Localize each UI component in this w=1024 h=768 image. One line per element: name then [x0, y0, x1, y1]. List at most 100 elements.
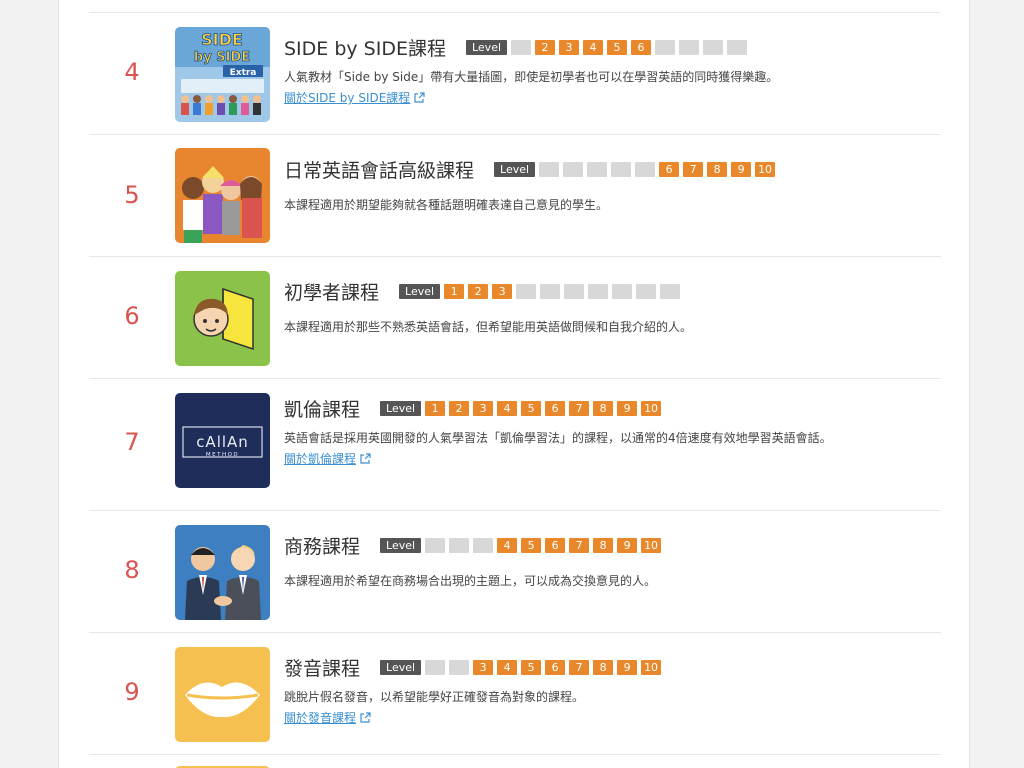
level-box [660, 283, 681, 299]
course-link-label[interactable]: 關於發音課程 [284, 708, 356, 728]
course-list: 4 SIDE by SIDE Extra SIDE by SIDE課程 Leve… [89, 0, 941, 755]
course-header: SIDE by SIDE課程 Level 2 3 4 5 6 [284, 33, 921, 61]
course-number: 9 [124, 678, 140, 706]
course-header: 凱倫課程 Level 1 2 3 4 5 6 7 8 9 10 [284, 394, 921, 422]
course-description: 跳脫片假名發音，以希望能學好正確發音為對象的課程。 [284, 690, 585, 704]
level-box [449, 659, 470, 675]
level-box: 3 [473, 659, 494, 675]
level-box: 1 [444, 283, 465, 299]
course-title[interactable]: 凱倫課程 [284, 395, 360, 422]
external-link-icon [359, 453, 371, 465]
course-row: 8 商務課程 Level 4 5 6 7 8 9 10 本課程適用於希望在商務場… [89, 511, 941, 633]
external-link-icon [413, 92, 425, 104]
level-box: 3 [492, 283, 513, 299]
course-header: 發音課程 Level 3 4 5 6 7 8 9 10 [284, 653, 921, 681]
level-box: 2 [449, 400, 470, 416]
level-box [611, 161, 632, 177]
level-box: 9 [617, 537, 638, 553]
course-description: 英語會話是採用英國開發的人氣學習法「凱倫學習法」的課程，以通常的4倍速度有效地學… [284, 431, 832, 445]
level-tag: Level [380, 400, 422, 416]
level-tag: Level [380, 537, 422, 553]
course-content: 日常英語會話高級課程 Level 6 7 8 9 10 本課程適用於期望能夠就各… [284, 155, 921, 215]
course-description: 本課程適用於希望在商務場合出現的主題上，可以成為交換意見的人。 [284, 574, 657, 588]
course-link-label[interactable]: 關於凱倫課程 [284, 449, 356, 469]
course-link[interactable]: 關於發音課程 [284, 708, 371, 728]
course-row: 5 日常英語會話高級課程 Level 6 7 8 9 10 本課程適用於期望能夠… [89, 135, 941, 257]
level-box: 8 [707, 161, 728, 177]
course-content: SIDE by SIDE課程 Level 2 3 4 5 6 人氣教材「Side… [284, 33, 921, 108]
level-box: 8 [593, 659, 614, 675]
course-title[interactable]: 日常英語會話高級課程 [284, 156, 474, 183]
level-box: 8 [593, 400, 614, 416]
level-box: 9 [617, 400, 638, 416]
book-cover-edition: Extra [230, 68, 257, 78]
divider [89, 0, 941, 13]
level-box: 9 [731, 161, 752, 177]
level-box: 5 [521, 659, 542, 675]
course-number: 4 [124, 58, 140, 86]
callan-logo-subtext: METHOD [206, 452, 239, 458]
course-title[interactable]: 發音課程 [284, 654, 360, 681]
level-box: 7 [569, 659, 590, 675]
level-tag: Level [380, 659, 422, 675]
course-title[interactable]: 初學者課程 [284, 278, 379, 305]
course-content: 凱倫課程 Level 1 2 3 4 5 6 7 8 9 10 英語會話是採用英… [284, 394, 921, 469]
beginner-mark-illustration-icon[interactable] [175, 271, 270, 366]
level-box [703, 39, 724, 55]
course-content: 發音課程 Level 3 4 5 6 7 8 9 10 跳脫片假名發音，以希望能… [284, 653, 921, 728]
course-link[interactable]: 關於凱倫課程 [284, 449, 371, 469]
level-box: 4 [497, 537, 518, 553]
course-title[interactable]: 商務課程 [284, 532, 360, 559]
course-link-label[interactable]: 關於SIDE by SIDE課程 [284, 88, 410, 108]
course-row: 6 初學者課程 Level 1 2 3 本課程適用於那些不熟悉英語會話，但希望能… [89, 257, 941, 379]
level-box [636, 283, 657, 299]
level-box [425, 537, 446, 553]
level-box: 5 [521, 537, 542, 553]
course-row: 7 cAllAn METHOD 凱倫課程 Level 1 2 3 4 5 6 7… [89, 379, 941, 511]
course-number: 6 [124, 302, 140, 330]
course-row: 4 SIDE by SIDE Extra SIDE by SIDE課程 Leve… [89, 13, 941, 135]
course-header: 初學者課程 Level 1 2 3 [284, 277, 921, 305]
book-cover-title: SIDE [201, 30, 243, 49]
level-tag: Level [465, 39, 508, 55]
level-box: 2 [468, 283, 489, 299]
level-box: 3 [473, 400, 494, 416]
business-handshake-illustration-icon[interactable] [175, 525, 270, 620]
level-box [564, 283, 585, 299]
callan-method-logo-icon[interactable]: cAllAn METHOD [175, 393, 270, 488]
course-link[interactable]: 關於SIDE by SIDE課程 [284, 88, 425, 108]
level-box: 10 [641, 659, 662, 675]
level-box: 2 [535, 39, 556, 55]
level-box [425, 659, 446, 675]
group-conversation-illustration-icon[interactable] [175, 148, 270, 243]
level-box [679, 39, 700, 55]
level-box [516, 283, 537, 299]
level-box [635, 161, 656, 177]
course-description: 人氣教材「Side by Side」帶有大量插圖，即使是初學者也可以在學習英語的… [284, 70, 779, 84]
level-box: 4 [583, 39, 604, 55]
course-number: 8 [124, 556, 140, 584]
level-box: 3 [559, 39, 580, 55]
level-box: 7 [683, 161, 704, 177]
level-box: 7 [569, 537, 590, 553]
course-number: 5 [124, 181, 140, 209]
level-box [540, 283, 561, 299]
level-tag: Level [494, 161, 536, 177]
book-cover-subtitle: by SIDE [194, 50, 250, 65]
external-link-icon [359, 712, 371, 724]
level-box: 6 [545, 537, 566, 553]
level-box: 6 [545, 400, 566, 416]
level-box: 1 [425, 400, 446, 416]
course-row: 9 發音課程 Level 3 4 5 6 7 8 9 10 跳脫片假名發音，以希… [89, 633, 941, 755]
level-box: 8 [593, 537, 614, 553]
level-box: 7 [569, 400, 590, 416]
callan-logo-text: cAllAn [196, 433, 249, 451]
course-title[interactable]: SIDE by SIDE課程 [284, 34, 446, 61]
course-content: 初學者課程 Level 1 2 3 本課程適用於那些不熟悉英語會話，但希望能用英… [284, 277, 921, 337]
lips-illustration-icon[interactable] [175, 647, 270, 742]
level-box [511, 39, 532, 55]
level-box: 10 [755, 161, 776, 177]
side-by-side-book-cover-icon[interactable]: SIDE by SIDE Extra [175, 27, 270, 122]
level-box: 10 [641, 400, 662, 416]
level-box [587, 161, 608, 177]
